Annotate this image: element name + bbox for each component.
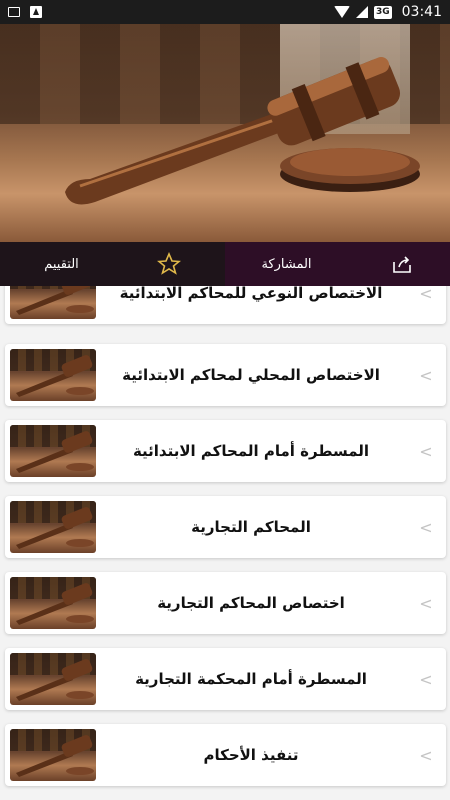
list-item-title: تنفيذ الأحكام [203, 746, 299, 764]
image-notification-icon [8, 7, 20, 17]
status-time: 03:41 [401, 4, 442, 20]
share-icon [392, 256, 411, 273]
chevron-icon: < [419, 286, 433, 303]
gavel-icon [65, 57, 420, 205]
status-bar: 3G 03:41 [0, 0, 450, 24]
list-item[interactable]: الاختصاص النوعي للمحاكم الابتدائية < [5, 286, 446, 324]
rate-tab[interactable]: التقييم [0, 242, 225, 286]
list-item[interactable]: المحاكم التجارية < [5, 496, 446, 558]
chevron-icon: < [419, 669, 433, 689]
chevron-icon: < [419, 745, 433, 765]
list-item-title: المحاكم التجارية [191, 518, 311, 536]
chevron-icon: < [419, 365, 433, 385]
list-item[interactable]: اختصاص المحاكم التجارية < [5, 572, 446, 634]
chevron-icon: < [419, 517, 433, 537]
gavel-thumbnail [10, 286, 96, 319]
gavel-thumbnail [10, 501, 96, 553]
header-gavel-image [0, 24, 450, 242]
gavel-thumbnail [10, 577, 96, 629]
chevron-icon: < [419, 441, 433, 461]
battery-icon: 3G [373, 5, 392, 19]
gavel-thumbnail [10, 729, 96, 781]
topics-list: الاختصاص النوعي للمحاكم الابتدائية < الا… [0, 286, 450, 800]
star-icon [156, 252, 181, 275]
gavel-thumbnail [10, 653, 96, 705]
gavel-thumbnail [10, 425, 96, 477]
signal-icon [355, 6, 368, 18]
share-tab-label: المشاركة [261, 256, 312, 272]
rate-tab-label: التقييم [44, 256, 79, 272]
gavel-thumbnail [10, 349, 96, 401]
list-item-title: الاختصاص المحلي لمحاكم الابتدائية [122, 366, 380, 384]
top-tab-bar: التقييم المشاركة [0, 242, 450, 286]
list-item[interactable]: المسطرة أمام المحاكم الابتدائية < [5, 420, 446, 482]
list-item-title: المسطرة أمام المحكمة التجارية [135, 670, 367, 688]
wifi-icon [333, 6, 350, 18]
list-item[interactable]: تنفيذ الأحكام < [5, 724, 446, 786]
list-item-title: اختصاص المحاكم التجارية [157, 594, 345, 612]
list-item[interactable]: الاختصاص المحلي لمحاكم الابتدائية < [5, 344, 446, 406]
list-item-title: الاختصاص النوعي للمحاكم الابتدائية [119, 286, 383, 302]
share-tab[interactable]: المشاركة [225, 242, 450, 286]
app-notification-icon [30, 6, 42, 18]
list-item[interactable]: المسطرة أمام المحكمة التجارية < [5, 648, 446, 710]
list-item-title: المسطرة أمام المحاكم الابتدائية [132, 442, 370, 460]
chevron-icon: < [419, 593, 433, 613]
